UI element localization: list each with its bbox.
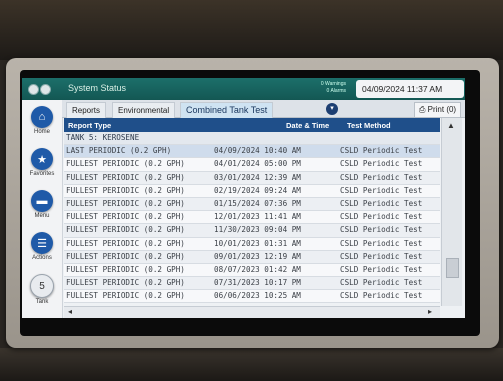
report-type-cell: FULLEST PERIODIC (0.2 GPH)	[66, 291, 185, 301]
test-method-cell: CSLD Periodic Test	[340, 264, 423, 274]
sidebar-item-home[interactable]: ⌂ Home	[22, 106, 62, 135]
tank-icon: 5	[30, 274, 54, 298]
report-type-cell: FULLEST PERIODIC (0.2 GPH)	[66, 278, 185, 288]
report-type-cell: FULLEST PERIODIC (0.2 GPH)	[66, 159, 185, 169]
sidebar-item-label: Home	[33, 129, 50, 135]
test-method-cell: CSLD Periodic Test	[340, 185, 423, 195]
scroll-right-icon[interactable]: ▸	[428, 307, 432, 316]
alarms-count: 0 Alarms	[326, 88, 346, 94]
warnings-count: 0 Warnings	[320, 81, 346, 87]
table-row[interactable]: FULLEST PERIODIC (0.2 GPH) 12/01/2023 11:…	[64, 211, 440, 225]
report-type-cell: FULLEST PERIODIC (0.2 GPH)	[66, 225, 185, 235]
table-header: Report Type Date & Time Test Method	[64, 118, 440, 132]
test-method-cell: CSLD Periodic Test	[340, 278, 423, 288]
test-method-cell: CSLD Periodic Test	[340, 225, 423, 235]
tab-environmental[interactable]: Environmental	[112, 102, 176, 118]
vertical-scrollbar[interactable]: ▲	[441, 118, 462, 306]
table-row[interactable]: FULLEST PERIODIC (0.2 GPH) 09/01/2023 12:…	[64, 250, 440, 264]
menu-icon: ▬	[31, 190, 53, 212]
report-type-cell: LAST PERIODIC (0.2 GPH)	[66, 146, 172, 156]
tab-combined-tank-test[interactable]: Combined Tank Test	[180, 102, 274, 118]
table-row[interactable]: FULLEST PERIODIC (0.2 GPH) 11/30/2023 09:…	[64, 224, 440, 238]
datetime-cell: 09/01/2023 12:19 AM	[214, 251, 301, 261]
report-type-cell: FULLEST PERIODIC (0.2 GPH)	[66, 264, 185, 274]
status-light-icon	[40, 84, 51, 95]
report-type-cell: FULLEST PERIODIC (0.2 GPH)	[66, 172, 185, 182]
sidebar-item-tank[interactable]: 5 Tank	[22, 274, 62, 305]
print-button[interactable]: ⎙ Print (0)	[414, 102, 462, 118]
list-icon: ☰	[31, 232, 53, 254]
test-method-cell: CSLD Periodic Test	[340, 172, 423, 182]
table-row[interactable]: LAST PERIODIC (0.2 GPH) 04/09/2024 10:40 …	[64, 145, 440, 159]
table-row[interactable]: FULLEST PERIODIC (0.2 GPH) 08/07/2023 01:…	[64, 263, 440, 278]
table-row[interactable]: FULLEST PERIODIC (0.2 GPH) 04/01/2024 05:…	[64, 158, 440, 172]
system-status-title[interactable]: System Status	[68, 83, 126, 93]
datetime-cell: 01/15/2024 07:36 PM	[214, 198, 301, 208]
datetime-cell: 06/06/2023 10:25 AM	[214, 291, 301, 301]
report-type-cell: FULLEST PERIODIC (0.2 GPH)	[66, 238, 185, 248]
chevron-down-icon[interactable]: ▾	[326, 103, 338, 115]
table-group-row[interactable]: TANK 5: KEROSENE	[64, 132, 440, 146]
sidebar-item-label: Menu	[34, 213, 50, 219]
sidebar-item-actions[interactable]: ☰ Actions	[22, 232, 62, 261]
tab-bar: Reports Environmental Combined Tank Test…	[62, 100, 465, 118]
test-method-cell: CSLD Periodic Test	[340, 159, 423, 169]
table-row[interactable]: FULLEST PERIODIC (0.2 GPH) 03/01/2024 12:…	[64, 171, 440, 185]
printer-icon: ⎙	[419, 105, 426, 114]
datetime-cell: 04/01/2024 05:00 PM	[214, 159, 301, 169]
datetime-cell: 10/01/2023 01:31 AM	[214, 238, 301, 248]
print-button-label: Print (0)	[427, 105, 457, 114]
home-icon: ⌂	[31, 106, 53, 128]
table-row[interactable]: FULLEST PERIODIC (0.2 GPH) 01/15/2024 07:…	[64, 197, 440, 212]
sidebar-item-favorites[interactable]: ★ Favorites	[22, 148, 62, 177]
status-bar: System Status 0 Warnings 0 Alarms 04/09/…	[22, 78, 465, 100]
sidebar-item-label: Favorites	[29, 171, 55, 177]
scroll-thumb[interactable]	[446, 258, 459, 278]
test-method-cell: CSLD Periodic Test	[340, 198, 423, 208]
datetime-cell: 03/01/2024 12:39 AM	[214, 172, 301, 182]
group-label: TANK 5: KEROSENE	[66, 133, 140, 142]
alerts-counter[interactable]: 0 Warnings 0 Alarms	[306, 81, 346, 95]
datetime-cell: 11/30/2023 09:04 PM	[214, 225, 301, 235]
report-type-cell: FULLEST PERIODIC (0.2 GPH)	[66, 185, 185, 195]
report-type-cell: FULLEST PERIODIC (0.2 GPH)	[66, 198, 185, 208]
column-header-test-method[interactable]: Test Method	[347, 121, 391, 130]
scroll-left-icon[interactable]: ◂	[68, 307, 72, 316]
horizontal-scrollbar[interactable]: ◂ ▸	[64, 306, 440, 318]
datetime-cell: 02/19/2024 09:24 AM	[214, 185, 301, 195]
test-method-cell: CSLD Periodic Test	[340, 251, 423, 261]
test-method-cell: CSLD Periodic Test	[340, 291, 423, 301]
star-icon: ★	[31, 148, 53, 170]
datetime-cell: 04/09/2024 10:40 AM	[214, 146, 301, 156]
background-floor	[0, 348, 503, 381]
background-wall	[0, 0, 503, 60]
sidebar-item-menu[interactable]: ▬ Menu	[22, 190, 62, 219]
test-method-cell: CSLD Periodic Test	[340, 212, 423, 222]
scroll-up-icon[interactable]: ▲	[447, 121, 455, 130]
table-row[interactable]: FULLEST PERIODIC (0.2 GPH) 06/06/2023 10:…	[64, 290, 440, 304]
sidebar-item-label: Tank	[35, 299, 49, 305]
report-type-cell: FULLEST PERIODIC (0.2 GPH)	[66, 251, 185, 261]
table-row[interactable]: FULLEST PERIODIC (0.2 GPH) 07/31/2023 10:…	[64, 277, 440, 291]
table-row[interactable]: FULLEST PERIODIC (0.2 GPH) 10/01/2023 01:…	[64, 237, 440, 251]
report-table: TANK 5: KEROSENE LAST PERIODIC (0.2 GPH)…	[64, 132, 440, 306]
column-header-datetime[interactable]: Date & Time	[286, 121, 329, 130]
report-type-cell: FULLEST PERIODIC (0.2 GPH)	[66, 212, 185, 222]
test-method-cell: CSLD Periodic Test	[340, 146, 423, 156]
status-light-icon	[28, 84, 39, 95]
datetime-cell: 07/31/2023 10:17 PM	[214, 278, 301, 288]
sidebar-item-label: Actions	[32, 255, 52, 261]
datetime-cell: 12/01/2023 11:41 AM	[214, 212, 301, 222]
column-header-report-type[interactable]: Report Type	[68, 121, 111, 130]
datetime-display: 04/09/2024 11:37 AM	[356, 80, 464, 98]
test-method-cell: CSLD Periodic Test	[340, 238, 423, 248]
sidebar: ⌂ Home ★ Favorites ▬ Menu ☰ Actions 5 Ta…	[22, 100, 63, 318]
touch-screen: System Status 0 Warnings 0 Alarms 04/09/…	[22, 78, 465, 318]
datetime-cell: 08/07/2023 01:42 AM	[214, 264, 301, 274]
table-row[interactable]: FULLEST PERIODIC (0.2 GPH) 02/19/2024 09:…	[64, 184, 440, 198]
datetime-text: 04/09/2024 11:37 AM	[362, 84, 443, 94]
tab-reports[interactable]: Reports	[66, 102, 107, 118]
